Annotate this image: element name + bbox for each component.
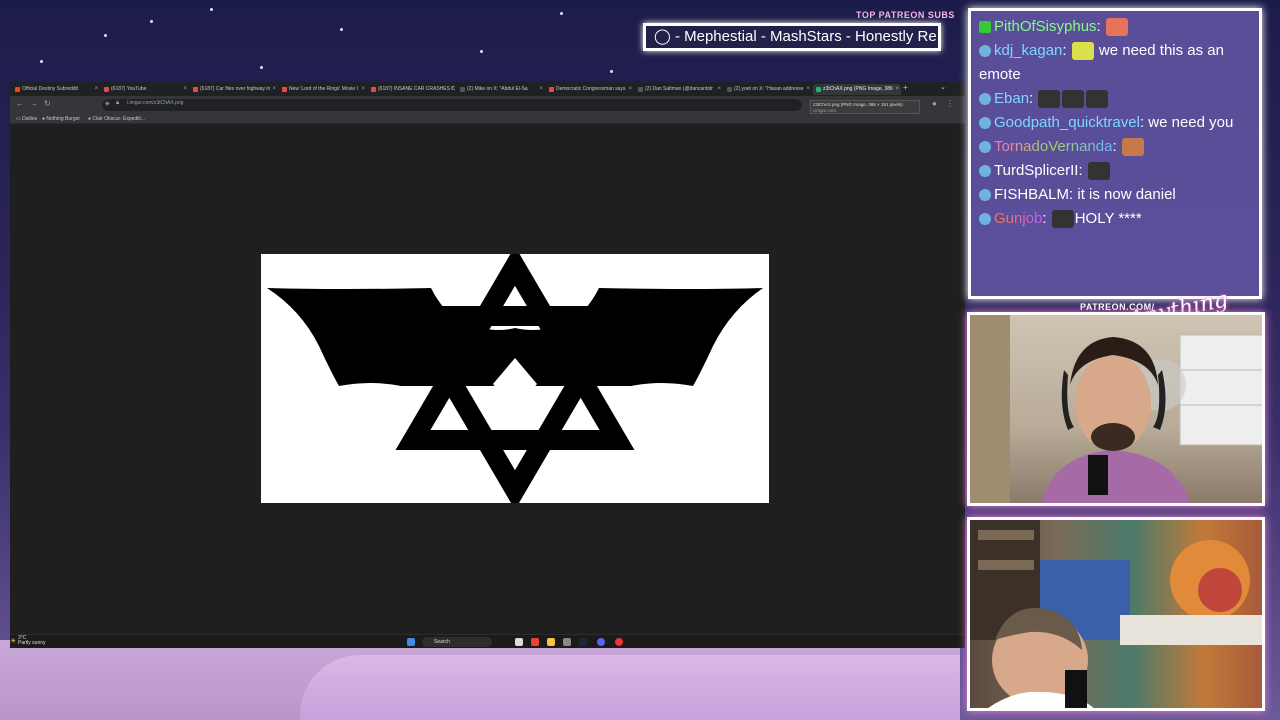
windows-start-icon[interactable] [407,638,415,646]
tab-0[interactable]: Official Destiny Subreddit × [12,84,100,95]
bookmark-nothing-burger[interactable]: ● Nothing Burger [42,116,80,122]
chat-message: FISHBALM: it is now daniel [979,183,1251,207]
taskbar-search[interactable]: Search [422,637,492,647]
x-logo-icon [638,87,643,92]
tab-4[interactable]: (6187) INSANE CAR CRASHES C × [368,84,456,95]
sun-icon: ☀ [10,638,17,645]
task-view-icon[interactable] [515,638,523,646]
webcam-bottom [967,517,1265,711]
top-patreon-label: TOP PATREON SUBS [856,10,955,20]
forward-icon[interactable]: → [30,99,38,108]
sub-badge-icon [979,213,991,226]
kick-badge-icon [979,21,991,34]
emote-icon [1087,162,1110,181]
close-icon[interactable]: × [895,84,899,95]
sub-badge-icon [979,45,991,58]
chevron-down-icon[interactable]: ⌄ [940,83,946,91]
tab-6[interactable]: Democratic Congressman says × [546,84,634,95]
face-emote-icon [1105,18,1128,37]
close-icon[interactable]: × [539,84,543,95]
emote-icon [1051,210,1074,229]
steam-icon[interactable] [579,638,587,646]
discord-icon[interactable] [597,638,605,646]
chat-message: TornadoVernanda: [979,135,1251,159]
chat-panel: PithOfSisyphus: kdj_kagan: we need this … [968,8,1262,299]
tab-bar: Official Destiny Subreddit × (6187) YouTu… [10,82,965,96]
file-explorer-icon[interactable] [547,638,555,646]
chat-message: TurdSplicerII: [979,159,1251,183]
tab-9-active[interactable]: z3tChAX.png (PNG Image, 386 × [813,84,901,95]
tab-3[interactable]: New 'Lord of the Rings' Movie I × [279,84,367,95]
shield-icon[interactable]: ◈ [105,100,110,107]
tab-1[interactable]: (6187) YouTube × [101,84,189,95]
sub-badge-icon [979,165,991,178]
webcam-top [967,312,1265,506]
tab-8[interactable]: (2) yoet on X: "Hasan addresse × [724,84,812,95]
close-icon[interactable]: × [183,84,187,95]
reload-icon[interactable]: ↻ [44,99,51,108]
bookmark-clair-obscur[interactable]: ● Clair Obscur: Expediti... [88,116,145,122]
sub-badge-icon [979,189,991,202]
close-icon[interactable]: × [272,84,276,95]
page-content [10,124,965,634]
emote-icon [1071,42,1094,61]
url-text: i.imgur.com/z3tChAX.png [127,100,184,106]
app-red-icon[interactable] [615,638,623,646]
bat-star-logo-icon [267,246,763,510]
chat-message: Eban: [979,87,1251,111]
favicon-icon [549,87,554,92]
close-icon[interactable]: × [450,84,454,95]
bookmark-dailies[interactable]: ▭ Dailies [16,116,37,122]
displayed-image [261,246,769,510]
emote-icon [1086,90,1109,109]
back-icon[interactable]: ← [16,99,24,108]
sub-badge-icon [979,141,991,154]
menu-icon[interactable]: ⋮ [946,99,954,108]
taskbar: ☀ 3°C Partly sunny Search [10,634,965,648]
bookmarks-bar: ▭ Dailies ● Nothing Burger ● Clair Obscu… [10,114,965,124]
sub-badge-icon [979,93,991,106]
tab-7[interactable]: (2) Dan Saltman (@dancantstr × [635,84,723,95]
ticker-text: - Mephestial - MashStars - Honestly Re [674,28,937,45]
close-icon[interactable]: × [94,84,98,95]
x-logo-icon [460,87,465,92]
tab-5[interactable]: (2) Mike on X: "Abdul El-Sa × [457,84,545,95]
tab-tooltip: z3tChAX.png (PNG Image, 386 × 191 pixels… [810,100,920,114]
favicon-icon [104,87,109,92]
guest-figure-icon [970,520,1262,708]
chat-message: PithOfSisyphus: [979,15,1251,39]
app-icon[interactable] [563,638,571,646]
close-icon[interactable]: × [717,84,721,95]
browser-window: Official Destiny Subreddit × (6187) YouTu… [10,82,965,648]
lock-icon[interactable]: 🔒︎ [116,100,119,107]
close-icon[interactable]: × [806,84,810,95]
x-logo-icon [727,87,732,92]
patreon-ticker: ◯ - Mephestial - MashStars - Honestly Re [643,23,941,51]
favicon-icon [193,87,198,92]
emote-icon [1062,90,1085,109]
streamer-figure-icon [970,315,1262,503]
favicon-icon [371,87,376,92]
chat-message: kdj_kagan: we need this as an emote [979,42,1224,83]
emote-icon [1121,138,1144,157]
new-tab-icon[interactable]: + [903,83,908,92]
sub-badge-icon [979,117,991,130]
address-bar[interactable] [102,99,802,111]
weather-widget[interactable]: 3°C Partly sunny [18,636,46,646]
close-icon[interactable]: × [628,84,632,95]
imgur-icon [816,87,821,92]
chat-message: Gunjob: HOLY **** [979,207,1251,231]
emote-icon [1038,90,1061,109]
favicon-icon [282,87,287,92]
chat-message: Goodpath_quicktravel: we need you [979,111,1251,135]
favicon-icon [15,87,20,92]
chrome-icon[interactable] [531,638,539,646]
tab-2[interactable]: (6187) Car flies over highway in × [190,84,278,95]
extension-icon[interactable]: ● [932,99,937,108]
decorative-wave-front [300,655,960,720]
close-icon[interactable]: × [361,84,365,95]
